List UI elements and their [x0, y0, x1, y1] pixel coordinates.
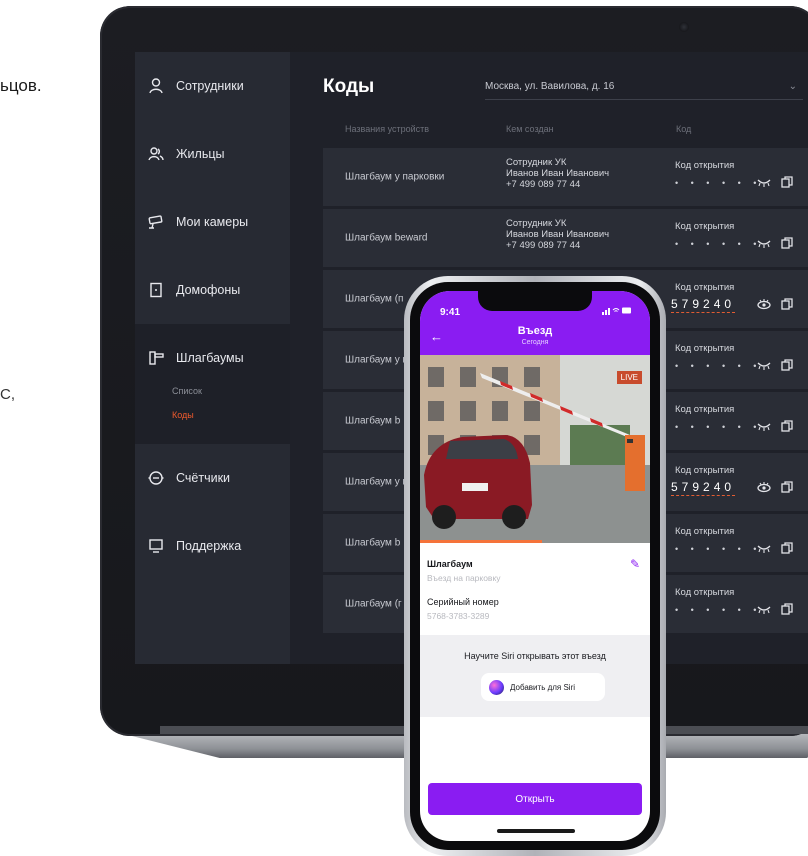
eye-closed-icon[interactable]: [757, 359, 771, 371]
barrier-details: Шлагбаум Въезд на парковку ✎ Серийный но…: [420, 543, 650, 635]
code-visible: 579240: [671, 297, 736, 313]
sidebar-item-intercoms[interactable]: Домофоны: [135, 256, 290, 324]
address-select[interactable]: Москва, ул. Вавилова, д. 16 ⌄: [485, 81, 803, 100]
sidebar: Сотрудники Жильцы Мои камеры Домофоны Шл…: [135, 52, 290, 664]
barrier-label: Шлагбаум: [427, 559, 473, 569]
screen-title: Въезд: [517, 325, 553, 337]
eye-closed-icon[interactable]: [757, 420, 771, 432]
screen-subtitle: Сегодня: [521, 339, 549, 346]
meter-icon: [148, 470, 164, 486]
copy-icon[interactable]: [781, 542, 793, 554]
column-header-created-by: Кем создан: [506, 124, 554, 134]
phone-screen: 9:41 ← Въезд Сегодня LIVE Шлагбаум Въезд…: [420, 291, 650, 841]
sidebar-item-meters[interactable]: Счётчики: [135, 444, 290, 512]
serial-label: Серийный номер: [427, 597, 499, 607]
status-time: 9:41: [440, 307, 461, 318]
code-hidden: • • • • • •: [675, 239, 762, 249]
home-indicator: [497, 829, 575, 833]
created-by: Сотрудник УК Иванов Иван Иванович +7 499 0…: [506, 218, 610, 251]
sidebar-item-label: Шлагбаумы: [176, 351, 244, 365]
siri-section: Научите Siri открывать этот въезд Добави…: [420, 635, 650, 717]
sidebar-item-cameras[interactable]: Мои камеры: [135, 188, 290, 256]
device-name: Шлагбаум у парковки: [345, 171, 445, 183]
eye-open-icon[interactable]: [757, 481, 771, 493]
people-icon: [148, 146, 164, 162]
status-icons: [602, 306, 632, 317]
table-row[interactable]: Шлагбаум у парковки Сотрудник УК Иванов И…: [323, 148, 808, 207]
phone-notch: [478, 291, 592, 311]
copy-icon[interactable]: [781, 298, 793, 310]
code-label: Код открытия: [675, 404, 735, 415]
created-by: Сотрудник УК Иванов Иван Иванович +7 499 0…: [506, 157, 610, 190]
code-label: Код открытия: [675, 282, 735, 293]
device-name: Шлагбаум beward: [345, 232, 428, 244]
edit-pencil-icon[interactable]: ✎: [630, 557, 640, 571]
sidebar-item-label: Домофоны: [176, 283, 241, 297]
intercom-icon: [148, 282, 164, 298]
code-hidden: • • • • • •: [675, 605, 762, 615]
sidebar-item-label: Счётчики: [176, 471, 231, 485]
code-label: Код открытия: [675, 526, 735, 537]
camera-live-view[interactable]: LIVE: [420, 355, 650, 543]
eye-closed-icon[interactable]: [757, 237, 771, 249]
column-header-code: Код: [676, 124, 692, 134]
sidebar-item-support[interactable]: Поддержка: [135, 512, 290, 580]
webcam-icon: [679, 22, 689, 32]
table-row[interactable]: Шлагбаум beward Сотрудник УК Иванов Иван …: [323, 209, 808, 268]
barrier-icon: [148, 350, 164, 366]
sidebar-item-residents[interactable]: Жильцы: [135, 120, 290, 188]
copy-icon[interactable]: [781, 359, 793, 371]
page-title: Коды: [323, 76, 375, 97]
sidebar-item-label: Поддержка: [176, 539, 242, 553]
code-label: Код открытия: [675, 465, 735, 476]
copy-icon[interactable]: [781, 603, 793, 615]
eye-closed-icon[interactable]: [757, 603, 771, 615]
signal-wifi-battery-icon: [602, 307, 631, 315]
column-header-devices: Названия устройств: [345, 124, 430, 134]
siri-title: Научите Siri открывать этот въезд: [464, 651, 606, 661]
phone-header: 9:41 ← Въезд Сегодня: [420, 291, 650, 355]
sidebar-item-label: Сотрудники: [176, 79, 244, 93]
add-to-siri-button[interactable]: Добавить для Siri: [481, 673, 605, 701]
eye-closed-icon[interactable]: [757, 542, 771, 554]
code-visible: 579240: [671, 480, 736, 496]
copy-icon[interactable]: [781, 237, 793, 249]
code-hidden: • • • • • •: [675, 361, 762, 371]
copy-icon[interactable]: [781, 176, 793, 188]
sidebar-item-employees[interactable]: Сотрудники: [135, 52, 290, 120]
page-text-fragment: ьцов.: [0, 76, 42, 95]
siri-icon: [489, 679, 504, 695]
support-icon: [148, 538, 164, 554]
address-value: Москва, ул. Вавилова, д. 16: [485, 81, 615, 92]
code-hidden: • • • • • •: [675, 422, 762, 432]
sidebar-item-label: Мои камеры: [176, 215, 249, 229]
barrier-value: Въезд на парковку: [427, 573, 501, 583]
camera-icon: [148, 214, 164, 230]
code-hidden: • • • • • •: [675, 544, 762, 554]
eye-open-icon[interactable]: [757, 298, 771, 310]
code-hidden: • • • • • •: [675, 178, 762, 188]
add-to-siri-label: Добавить для Siri: [510, 682, 576, 692]
person-icon: [148, 78, 164, 94]
copy-icon[interactable]: [781, 481, 793, 493]
sidebar-subitem-list[interactable]: Список: [172, 386, 202, 396]
code-label: Код открытия: [675, 343, 735, 354]
sidebar-subitem-codes[interactable]: Коды: [172, 410, 194, 420]
chevron-down-icon: ⌄: [788, 81, 797, 92]
copy-icon[interactable]: [781, 420, 793, 432]
live-badge: LIVE: [616, 371, 642, 384]
code-label: Код открытия: [675, 221, 735, 232]
sidebar-item-label: Жильцы: [176, 147, 225, 161]
sidebar-item-barriers[interactable]: Шлагбаумы Список Коды: [135, 324, 290, 444]
eye-closed-icon[interactable]: [757, 176, 771, 188]
open-button[interactable]: Открыть: [428, 783, 642, 815]
barrier-camera-image: [420, 355, 650, 543]
serial-value: 5768-3783-3289: [427, 611, 490, 621]
code-label: Код открытия: [675, 160, 735, 171]
page-text-fragment: С,: [0, 386, 15, 403]
code-label: Код открытия: [675, 587, 735, 598]
